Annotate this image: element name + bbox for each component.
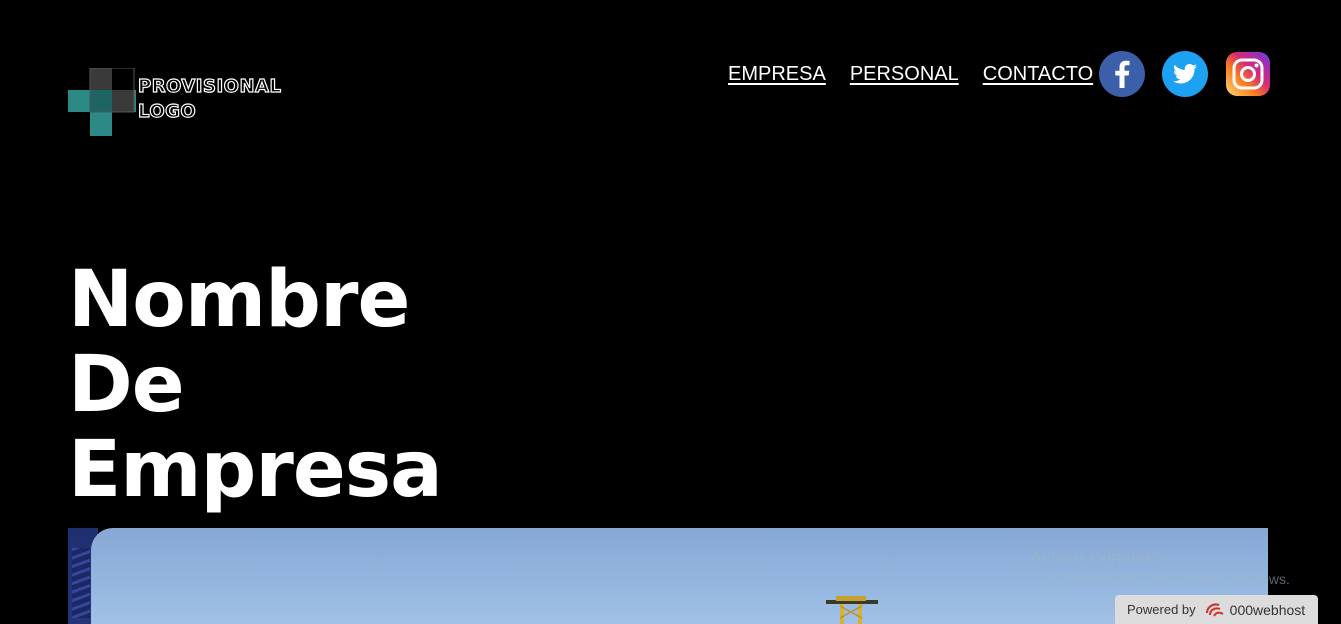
- logo-line-2: LOGO: [137, 100, 197, 122]
- heading-line-1: Nombre: [68, 255, 410, 345]
- nav-link-personal[interactable]: PERSONAL: [850, 63, 959, 86]
- page: PROVISIONAL LOGO EMPRESA PERSONAL CONTAC…: [0, 0, 1341, 624]
- watermark-title: Activar Windows: [1030, 547, 1164, 567]
- crane-icon: [826, 596, 878, 624]
- heading-line-3: Empresa: [68, 425, 443, 515]
- watermark-subtitle: Ve a Configuración para activar Windows.: [1030, 571, 1290, 587]
- nav-link-empresa[interactable]: EMPRESA: [728, 63, 826, 86]
- company-name-heading: Nombre De Empresa: [68, 255, 443, 515]
- logo-cross-icon: [68, 68, 136, 136]
- logo-line-1: PROVISIONAL: [137, 75, 282, 97]
- twitter-icon[interactable]: [1162, 51, 1208, 97]
- nav-link-contacto[interactable]: CONTACTO: [983, 63, 1093, 86]
- webhost-logo-icon: [1205, 603, 1224, 617]
- facebook-icon[interactable]: [1099, 51, 1145, 97]
- social-links: [1099, 51, 1271, 97]
- site-logo[interactable]: PROVISIONAL LOGO: [68, 68, 282, 136]
- main-nav: EMPRESA PERSONAL CONTACTO: [728, 60, 1117, 88]
- logo-text: PROVISIONAL LOGO: [137, 74, 282, 124]
- powered-by-brand: 000webhost: [1229, 601, 1306, 618]
- windows-activation-watermark: Activar Windows Ve a Configuración para …: [1030, 545, 1290, 589]
- heading-line-2: De: [68, 340, 185, 430]
- powered-by-label: Powered by: [1127, 602, 1196, 617]
- instagram-icon[interactable]: [1225, 51, 1271, 97]
- powered-by-badge[interactable]: Powered by 000webhost: [1115, 595, 1318, 624]
